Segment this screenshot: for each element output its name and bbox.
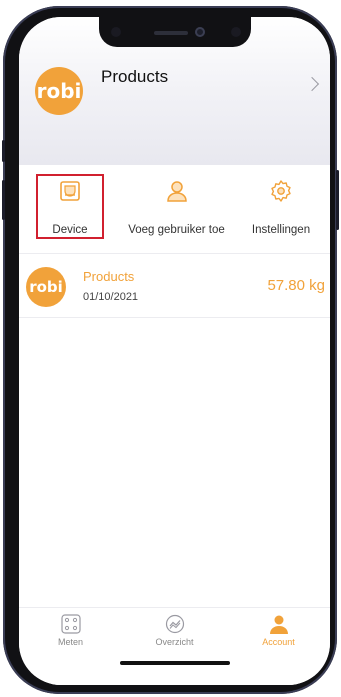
- entry-weight: 57.80 kg: [267, 277, 325, 294]
- tab-account[interactable]: Account: [227, 608, 330, 656]
- action-menu: Device Voeg gebruiker toe Instellingen: [19, 165, 330, 253]
- divider: [19, 317, 330, 318]
- menu-item-settings[interactable]: Instellingen: [232, 165, 330, 253]
- notch: [99, 17, 251, 47]
- tab-overzicht[interactable]: Overzicht: [123, 608, 226, 656]
- chevron-right-icon[interactable]: [304, 76, 320, 92]
- sensor-dot: [231, 27, 241, 37]
- tab-label-overzicht: Overzicht: [155, 637, 194, 647]
- home-indicator[interactable]: [120, 661, 230, 665]
- logo-text: robi: [29, 278, 63, 296]
- chart-icon: [165, 614, 185, 639]
- menu-item-add-user[interactable]: Voeg gebruiker toe: [121, 165, 232, 253]
- speaker: [154, 31, 188, 35]
- user-icon: [165, 179, 189, 208]
- profile-title: Products: [101, 67, 169, 86]
- tab-meten[interactable]: Meten: [19, 608, 122, 656]
- app-screen: robi Products Device Voeg gebruiker toe …: [19, 17, 330, 685]
- sensor-dot: [111, 27, 121, 37]
- robi-logo-small: robi: [26, 267, 66, 307]
- front-camera: [195, 27, 205, 37]
- tab-label-meten: Meten: [57, 637, 83, 647]
- phone-side-button-left-1: [2, 140, 5, 162]
- robi-logo: robi: [35, 67, 83, 115]
- menu-label-settings: Instellingen: [251, 224, 311, 236]
- phone-side-button-right: [336, 170, 339, 230]
- menu-label-add-user: Voeg gebruiker toe: [128, 224, 225, 236]
- gear-icon: [269, 179, 293, 208]
- device-highlight-box: [36, 174, 104, 239]
- entry-title: Products: [83, 269, 135, 284]
- account-icon: [269, 614, 289, 639]
- measurement-row[interactable]: robi Products 01/10/2021 57.80 kg: [19, 254, 330, 317]
- logo-text: robi: [36, 79, 82, 103]
- tab-label-account: Account: [262, 637, 295, 647]
- phone-side-button-left-2: [2, 180, 5, 220]
- tab-bar: Meten Overzicht Account: [19, 607, 330, 685]
- entry-date: 01/10/2021: [83, 291, 139, 303]
- scale-icon: [60, 614, 81, 639]
